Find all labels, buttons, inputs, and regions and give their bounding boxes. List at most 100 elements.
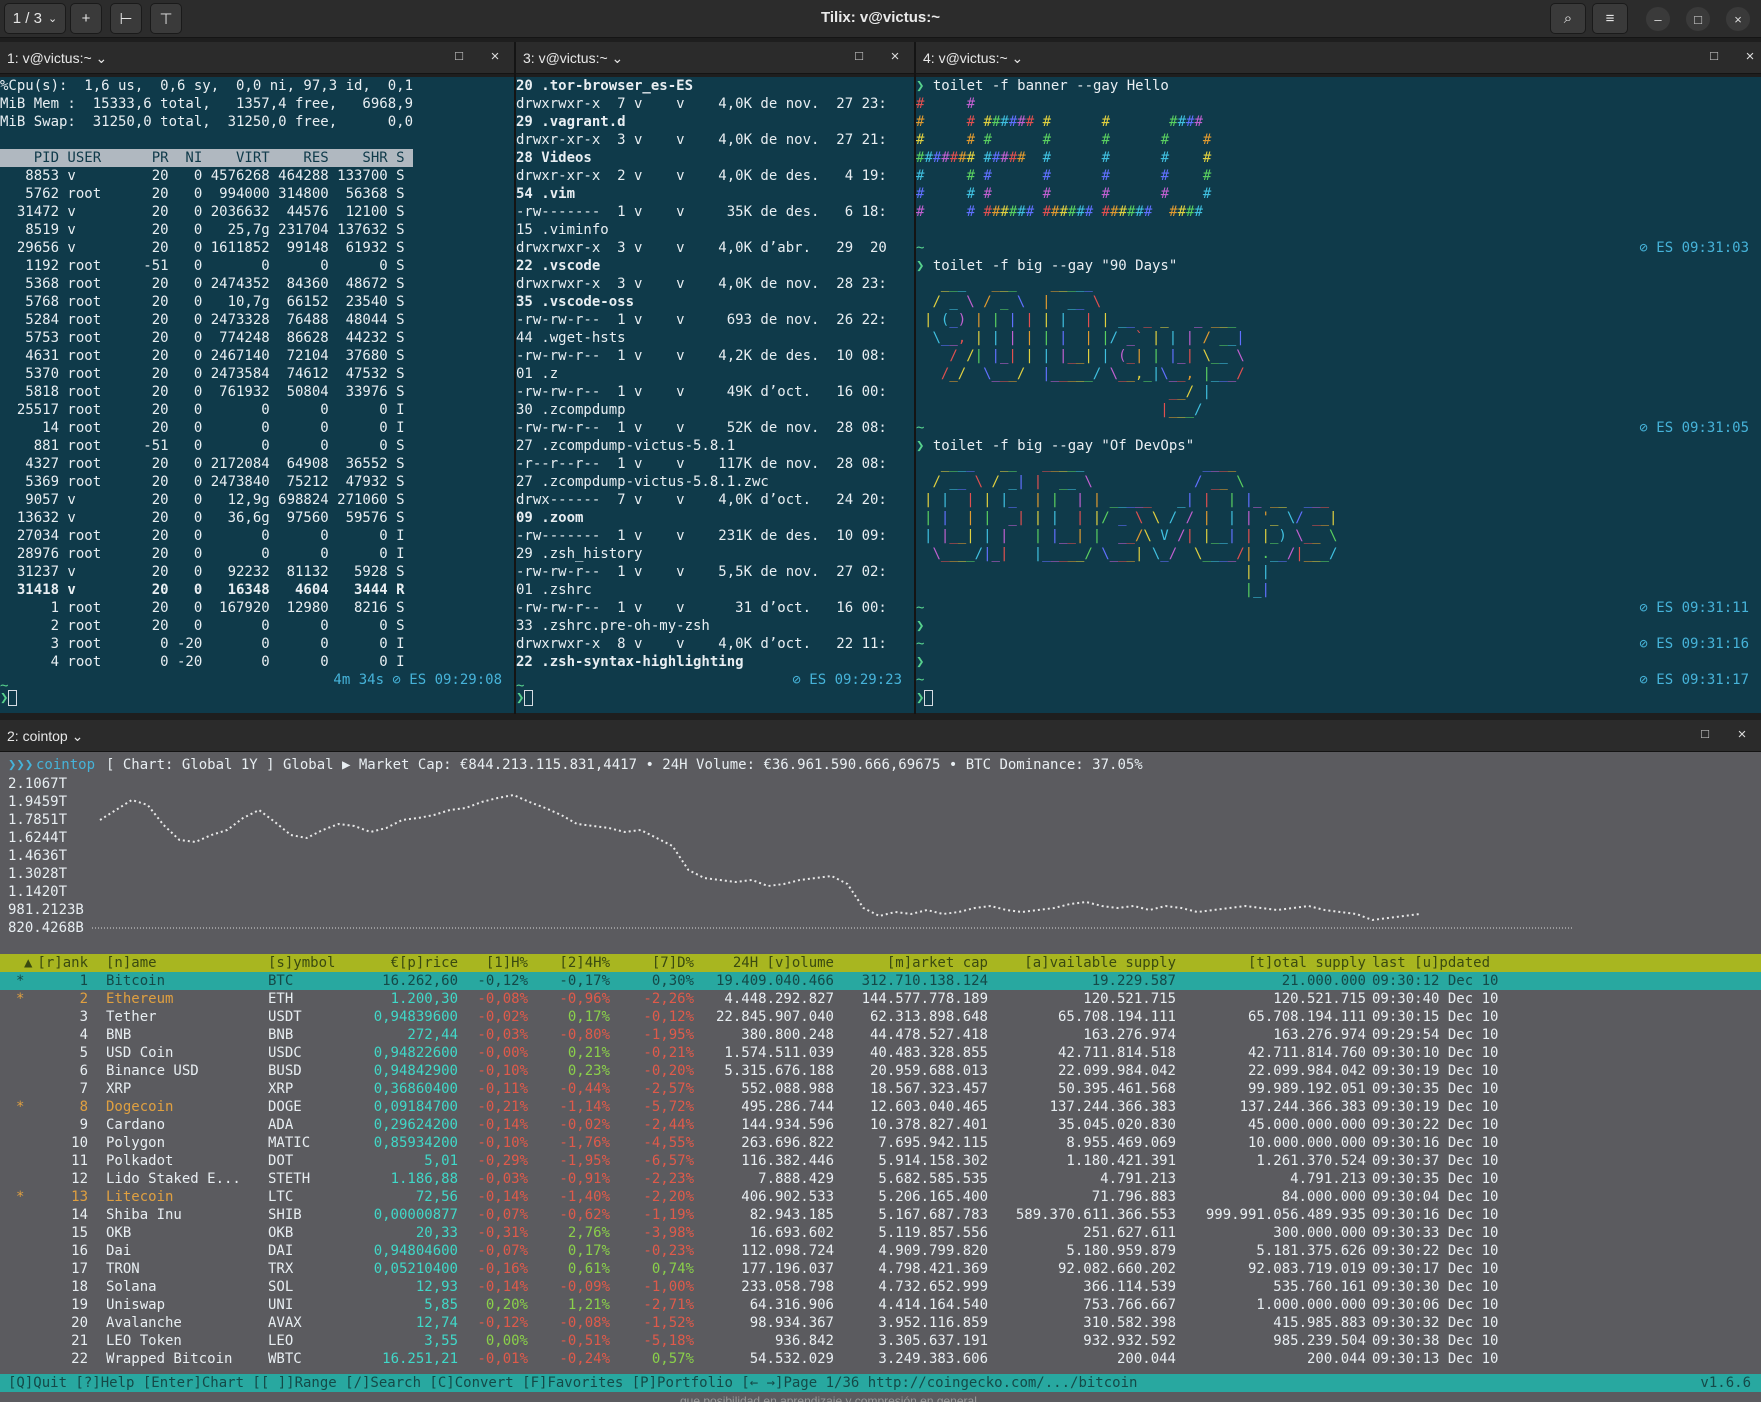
table-row[interactable]: 12 Lido Staked E... STETH 1.186,88 -0,03% -0,… [0,1170,1761,1188]
tilix-headerbar: 1 / 3 ⌄ + ⊢ ⊤ Tilix: v@victus:~ ⌕ ≡ – □ … [0,0,1761,38]
cell-name: Uniswap [106,1297,166,1313]
table-row[interactable]: 19 Uniswap UNI 5,85 0,20% 1,21% -2,71% 64.316.9… [0,1296,1761,1314]
cell-avail: 35.045.020.830 [1057,1117,1176,1133]
cell-upd: 09:30:10 Dec 10 [1372,1045,1499,1061]
table-row[interactable]: 5 USD Coin USDC 0,94822600 -0,00% 0,21% -0,21%… [0,1044,1761,1062]
table-row[interactable]: 7 XRP XRP 0,36860400 -0,11% -0,44% -2,57% 552.0… [0,1080,1761,1098]
minimize-button[interactable]: – [1646,7,1670,31]
pane-1-close-button[interactable]: × [486,48,504,66]
table-row[interactable]: * 8 Dogecoin DOGE 0,09184700 -0,21% -1,14% -5,7… [0,1098,1761,1116]
pane-2-title-menu[interactable]: 2: cointop ⌄ [7,728,83,745]
table-row[interactable]: * 2 Ethereum ETH 1.200,30 -0,08% -0,96% -2,26% 4… [0,990,1761,1008]
column-header[interactable]: [n]ame [106,954,256,972]
table-row[interactable]: 11 Polkadot DOT 5,01 -0,29% -1,95% -6,57% 116.3… [0,1152,1761,1170]
pane-1-maximize-button[interactable]: □ [450,48,468,66]
menu-button[interactable]: ≡ [1592,3,1628,34]
pane-4-terminal[interactable]: ❯ toilet -f banner --gay Hello # # # # ##… [916,77,1761,713]
table-row[interactable]: 6 Binance USD BUSD 0,94842900 -0,10% 0,23% -0,… [0,1062,1761,1080]
cell-h24: -0,17% [559,973,610,989]
cell-sym: STETH [268,1171,311,1187]
cell-name: Avalanche [106,1315,182,1331]
cell-upd: 09:30:16 Dec 10 [1372,1207,1499,1223]
table-row[interactable]: 21 LEO Token LEO 3,55 0,00% -0,51% -5,18% 936.8… [0,1332,1761,1350]
ls-filename-line: 22 .zsh-syntax-highlighting [516,654,744,670]
table-row[interactable]: 16 Dai DAI 0,94804600 -0,07% 0,17% -0,23% 112.0… [0,1242,1761,1260]
pane-4-maximize-button[interactable]: □ [1705,48,1723,66]
column-header[interactable]: [7]D% [620,954,694,972]
pane-2-close-button[interactable]: × [1733,726,1751,744]
cell-h1: -0,11% [477,1081,528,1097]
cell-name: Polkadot [106,1153,174,1169]
cointop-brand-icon: ❯❯❯ [8,757,34,773]
cell-name: Bitcoin [106,973,166,989]
prompt-line: ❯ [916,689,934,707]
cell-h24: 2,76% [567,1225,610,1241]
column-header[interactable]: €[p]rice [352,954,458,972]
add-terminal-right-button[interactable]: ⊢ [110,3,142,34]
session-switcher-button[interactable]: 1 / 3 ⌄ [4,3,66,34]
pane-divider[interactable] [514,42,516,714]
table-row[interactable]: 22 Wrapped Bitcoin WBTC 16.251,21 -0,01% -0,2… [0,1350,1761,1368]
column-header[interactable]: [r]ank [30,954,88,972]
table-row[interactable]: 20 Avalanche AVAX 12,74 -0,12% -0,08% -1,52% 98… [0,1314,1761,1332]
pane-3-close-button[interactable]: × [886,48,904,66]
pane-2-maximize-button[interactable]: □ [1696,726,1714,744]
pane-3-title-menu[interactable]: 3: v@victus:~ ⌄ [523,50,623,67]
cell-d7: -0,21% [643,1045,694,1061]
column-header[interactable]: last [u]pdated [1372,954,1532,972]
column-header[interactable]: [a]vailable supply [996,954,1176,972]
column-header[interactable]: [m]arket cap [840,954,988,972]
cointop-terminal[interactable]: ❯❯❯ cointop [ Chart: Global 1Y ] Global … [0,752,1761,1402]
table-row[interactable]: 3 Tether USDT 0,94839600 -0,02% 0,17% -0,12% 22… [0,1008,1761,1026]
cell-vol: 144.934.596 [741,1117,834,1133]
table-row[interactable]: 14 Shiba Inu SHIB 0,00000877 -0,07% -0,62% -1,… [0,1206,1761,1224]
prompt-marker: ~ [916,600,925,616]
add-terminal-down-button[interactable]: ⊤ [150,3,182,34]
process-row: 8853 v 20 0 4576268 464288 133700 S [0,168,405,184]
table-row[interactable]: 4 BNB BNB 272,44 -0,03% -0,80% -1,95% 380.800.2… [0,1026,1761,1044]
pane-divider[interactable] [914,42,916,714]
cell-upd: 09:30:16 Dec 10 [1372,1135,1499,1151]
cell-avail: 200.044 [1116,1351,1176,1367]
table-row[interactable]: 15 OKB OKB 20,33 -0,31% 2,76% -3,98% 16.693.602… [0,1224,1761,1242]
cell-rank: 21 [71,1333,88,1349]
market-cap-chart[interactable]: 2.1067T 1.9459T 1.7851T 1.6244T 1.4636T 1.302… [0,774,1761,934]
pane-1-terminal[interactable]: %Cpu(s): 1,6 us, 0,6 sy, 0,0 ni, 97,3 id… [0,77,514,713]
pane-1-title-menu[interactable]: 1: v@victus:~ ⌄ [7,50,107,67]
pane-4-titlebar: 4: v@victus:~ ⌄ □ × [916,42,1761,74]
cell-h1: -0,02% [477,1009,528,1025]
column-header[interactable]: [t]otal supply [1182,954,1366,972]
ls-filename-line: 44 .wget-hsts [516,330,626,346]
find-button[interactable]: ⌕ [1550,3,1586,34]
cointop-market-line: [ Chart: Global 1Y ] Global ▶ Market Cap… [106,757,1143,773]
table-row[interactable]: * 1 Bitcoin BTC 16.262,60 -0,12% -0,17% 0,30% 19… [0,972,1761,990]
cell-vol: 116.382.446 [741,1153,834,1169]
column-header[interactable]: [1]H% [466,954,528,972]
table-row[interactable]: 9 Cardano ADA 0,29624200 -0,14% -0,02% -2,44% 1… [0,1116,1761,1134]
cell-sym: XRP [268,1081,294,1097]
process-row: 881 root -51 0 0 0 0 S [0,438,405,454]
cell-d7: 0,74% [651,1261,694,1277]
table-row[interactable]: * 13 Litecoin LTC 72,56 -0,14% -1,40% -2,20% 406… [0,1188,1761,1206]
pane-4-close-button[interactable]: × [1741,48,1759,66]
add-session-button[interactable]: + [70,3,102,34]
cell-sym: DAI [268,1243,294,1259]
column-header[interactable]: [2]4H% [536,954,610,972]
pane-4-title-menu[interactable]: 4: v@victus:~ ⌄ [923,50,1023,67]
pane-3-maximize-button[interactable]: □ [850,48,868,66]
cell-price: 0,85934200 [373,1135,458,1151]
close-window-button[interactable]: × [1726,7,1750,31]
cell-total: 99.989.192.051 [1247,1081,1366,1097]
pane-3-terminal[interactable]: 20 .tor-browser_es-ES drwxrwxr-x 7 v v 4,… [516,77,914,713]
table-row[interactable]: 18 Solana SOL 12,93 -0,14% -0,09% -1,00% 233.05… [0,1278,1761,1296]
cell-vol: 406.902.533 [741,1189,834,1205]
table-row[interactable]: 10 Polygon MATIC 0,85934200 -0,10% -1,76% -4,5… [0,1134,1761,1152]
column-header[interactable]: [s]ymbol [268,954,348,972]
process-row: 5368 root 20 0 2474352 84360 48672 S [0,276,405,292]
maximize-button[interactable]: □ [1686,7,1710,31]
cell-name: TRON [106,1261,140,1277]
top-output: %Cpu(s): 1,6 us, 0,6 sy, 0,0 ni, 97,3 id… [0,77,414,671]
table-row[interactable]: 17 TRON TRX 0,05210400 -0,16% 0,61% 0,74% 177.1… [0,1260,1761,1278]
cell-avail: 50.395.461.568 [1057,1081,1176,1097]
column-header[interactable]: 24H [v]olume [700,954,834,972]
